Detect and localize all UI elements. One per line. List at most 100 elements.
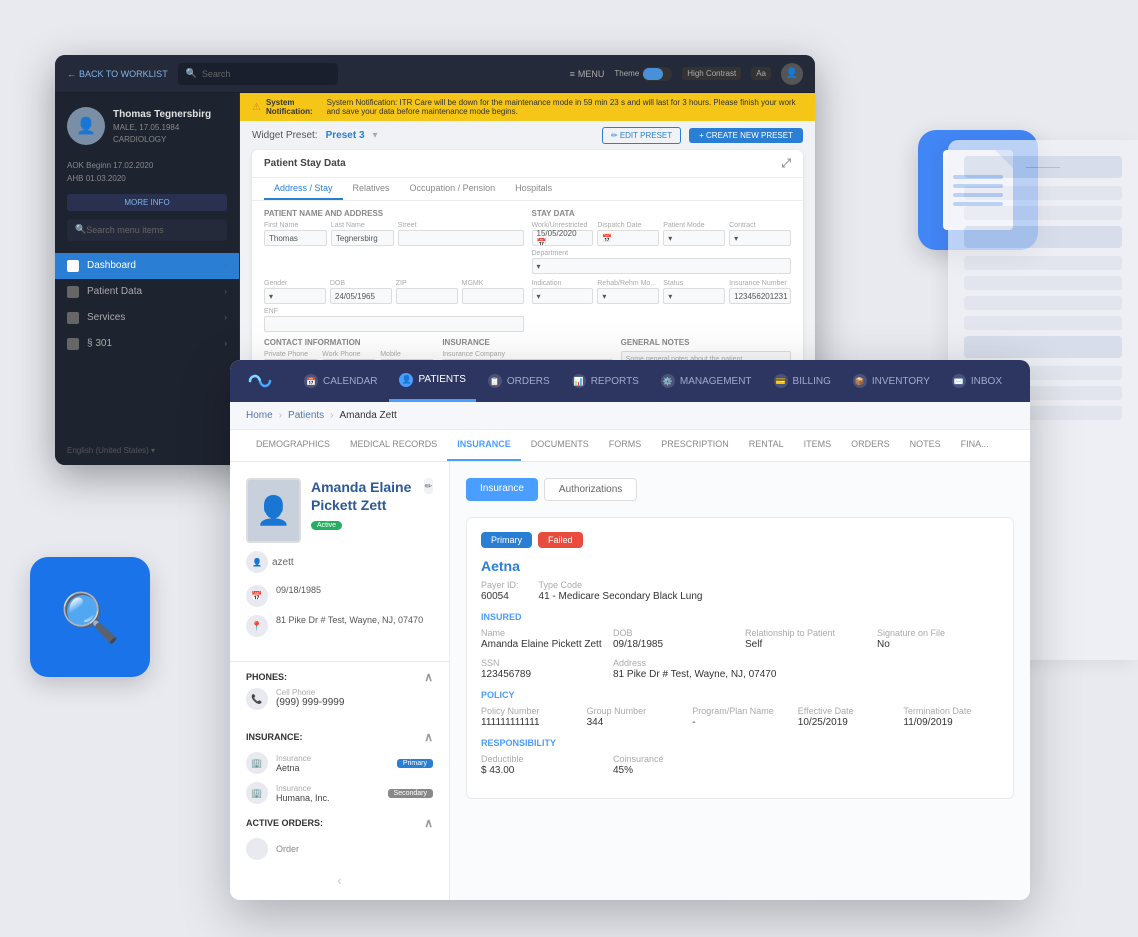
sidebar-search[interactable]: 🔍 Search menu items: [67, 219, 227, 241]
warning-icon: ⚠: [252, 102, 261, 113]
toggle-pill: [643, 68, 663, 80]
ins-primary-badge: Primary: [481, 532, 532, 548]
more-info-btn[interactable]: MORE INFO: [67, 194, 227, 211]
tab-occupation[interactable]: Occupation / Pension: [400, 178, 506, 200]
sub-nav-tabs: DEMOGRAPHICS MEDICAL RECORDS INSURANCE D…: [230, 430, 1030, 462]
nav-patients[interactable]: 👤 PATIENTS: [389, 360, 475, 402]
mobile-value[interactable]: [462, 288, 524, 304]
mobile-field: MGMK: [462, 280, 524, 304]
ins-tab-insurance[interactable]: Insurance: [466, 478, 538, 501]
username-icon: 👤: [246, 551, 268, 573]
insurance-number-value[interactable]: 123456201231: [729, 288, 791, 304]
nav-item-dashboard[interactable]: Dashboard ›: [55, 253, 239, 279]
font-size-btn[interactable]: Aa: [751, 67, 771, 80]
patient-mode-field: Patient Mode ▾: [663, 222, 725, 246]
enf-value[interactable]: [264, 316, 524, 332]
high-contrast-btn[interactable]: High Contrast: [682, 67, 741, 80]
contract-field: Contract ▾: [729, 222, 791, 246]
tab-relatives[interactable]: Relatives: [343, 178, 400, 200]
type-code-field: Type Code 41 - Medicare Secondary Black …: [539, 580, 703, 602]
zip-value[interactable]: [396, 288, 458, 304]
tab-rental[interactable]: RENTAL: [739, 430, 794, 461]
policy-row: Policy Number 111111111111 Group Number …: [481, 706, 999, 728]
gender-field: Gender ▾: [264, 280, 326, 304]
type-code-value: 41 - Medicare Secondary Black Lung: [539, 591, 703, 602]
insured-dob-label: DOB: [613, 628, 735, 638]
contract-value[interactable]: ▾: [729, 230, 791, 246]
patient-mode-value[interactable]: ▾: [663, 230, 725, 246]
insured-section-title: INSURED: [481, 612, 999, 622]
tab-medical-records[interactable]: MEDICAL RECORDS: [340, 430, 447, 461]
dob-value[interactable]: 24/05/1965: [330, 288, 392, 304]
tab-prescription[interactable]: PRESCRIPTION: [651, 430, 739, 461]
insured-name-label: Name: [481, 628, 603, 638]
last-name-value[interactable]: Tegnersbirg: [331, 230, 394, 246]
nav-orders[interactable]: 📋 ORDERS: [478, 360, 560, 402]
nav-arrow-patient-data: ›: [224, 287, 227, 296]
edit-preset-btn[interactable]: ✏ EDIT PRESET: [602, 127, 681, 144]
work-unrestricted-value[interactable]: 15/05/2020 📅: [532, 230, 594, 246]
preset-label: Widget Preset:: [252, 130, 318, 141]
nav-item-patient-data[interactable]: Patient Data ›: [55, 279, 239, 305]
order-icon: [246, 838, 268, 860]
insured-dob-value: 09/18/1985: [613, 639, 735, 650]
tab-notes[interactable]: NOTES: [900, 430, 951, 461]
tab-financial[interactable]: FINA...: [951, 430, 999, 461]
first-name-value[interactable]: Thomas: [264, 230, 327, 246]
back-to-worklist-btn[interactable]: ← BACK TO WORKLIST: [67, 69, 168, 79]
nav-reports[interactable]: 📊 REPORTS: [562, 360, 649, 402]
patient-left-panel: 👤 Amanda Elaine Pickett Zett Active ✏ 👤 …: [230, 462, 450, 900]
department-value[interactable]: ▾: [532, 258, 792, 274]
nav-calendar[interactable]: 📅 CALENDAR: [294, 360, 387, 402]
management-nav-label: MANAGEMENT: [680, 376, 752, 387]
scroll-left-icon[interactable]: ‹: [337, 872, 342, 888]
preset-dropdown-icon[interactable]: ▾: [373, 130, 378, 141]
user-avatar-topbar[interactable]: 👤: [781, 63, 803, 85]
phones-toggle[interactable]: ∧: [424, 670, 433, 684]
tab-documents[interactable]: DOCUMENTS: [521, 430, 599, 461]
street-value[interactable]: [398, 230, 524, 246]
nav-inventory[interactable]: 📦 INVENTORY: [843, 360, 940, 402]
tab-orders[interactable]: ORDERS: [841, 430, 900, 461]
right-panel-btn-1: ──────: [964, 156, 1122, 178]
group-number-value: 344: [587, 717, 683, 728]
nav-inbox[interactable]: ✉️ INBOX: [942, 360, 1012, 402]
insurance-toggle[interactable]: ∧: [424, 730, 433, 744]
create-preset-btn[interactable]: + CREATE NEW PRESET: [689, 128, 803, 143]
tab-forms[interactable]: FORMS: [599, 430, 652, 461]
responsibility-row: Deductible $ 43.00 Coinsurance 45%: [481, 754, 999, 776]
menu-btn[interactable]: ≡ MENU: [570, 69, 605, 79]
billing-nav-label: BILLING: [793, 376, 831, 387]
nav-management[interactable]: ⚙️ MANAGEMENT: [651, 360, 762, 402]
insured-address-field: Address 81 Pike Dr # Test, Wayne, NJ, 07…: [613, 658, 999, 680]
nav-item-services[interactable]: Services ›: [55, 305, 239, 331]
edit-patient-btn[interactable]: ✏: [424, 478, 433, 494]
tab-demographics[interactable]: DEMOGRAPHICS: [246, 430, 340, 461]
theme-toggle[interactable]: Theme: [614, 67, 672, 81]
tab-address-stay[interactable]: Address / Stay: [264, 178, 343, 200]
user-info: Thomas Tegnersbirg MALE, 17.05.1984 CARD…: [113, 107, 211, 146]
breadcrumb-home[interactable]: Home: [246, 410, 273, 421]
nav-item-301[interactable]: § 301 ›: [55, 331, 239, 357]
insurance-item-humana: 🏢 Insurance Humana, Inc. Secondary: [230, 778, 449, 808]
rehab-value[interactable]: ▾: [597, 288, 659, 304]
breadcrumb-patients[interactable]: Patients: [288, 410, 324, 421]
tab-insurance[interactable]: INSURANCE: [447, 430, 521, 461]
dispatch-date-value[interactable]: 📅: [597, 230, 659, 246]
expand-icon[interactable]: ⤢: [781, 156, 791, 171]
back-label: BACK TO WORKLIST: [79, 69, 168, 79]
nav-billing[interactable]: 💳 BILLING: [764, 360, 841, 402]
tab-hospitals[interactable]: Hospitals: [505, 178, 562, 200]
orders-toggle[interactable]: ∧: [424, 816, 433, 830]
gender-value[interactable]: ▾: [264, 288, 326, 304]
indication-value[interactable]: ▾: [532, 288, 594, 304]
aetna-badge: Primary: [397, 759, 433, 768]
dispatch-date-field: Dispatch Date 📅: [597, 222, 659, 246]
toggle-switch[interactable]: [642, 67, 672, 81]
tab-items[interactable]: ITEMS: [794, 430, 842, 461]
insured-dob-field: DOB 09/18/1985: [613, 628, 735, 650]
effective-date-label: Effective Date: [798, 706, 894, 716]
status-value[interactable]: ▾: [663, 288, 725, 304]
ins-tab-authorizations[interactable]: Authorizations: [544, 478, 637, 501]
search-bar-dark[interactable]: 🔍 Search: [178, 63, 338, 85]
